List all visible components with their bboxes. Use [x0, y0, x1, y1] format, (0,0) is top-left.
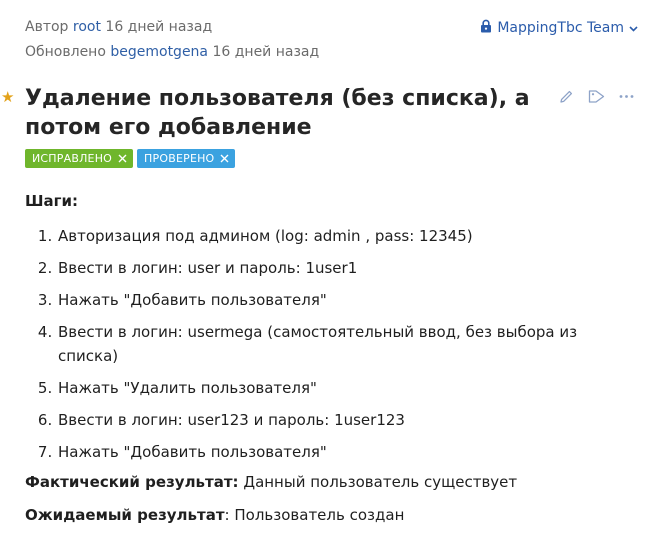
edit-icon[interactable] [559, 89, 574, 104]
updated-line: Обновлено begemotgena 16 дней назад [25, 44, 319, 60]
expected-result-value: : Пользователь создан [224, 506, 405, 524]
step-item: Авторизация под админом (log: admin , pa… [57, 224, 617, 248]
steps-heading: Шаги: [25, 192, 78, 210]
author-time: 16 дней назад [105, 19, 213, 35]
updated-label: Обновлено [25, 44, 106, 60]
expected-result-label: Ожидаемый результат [25, 506, 225, 524]
tag-label: ИСПРАВЛЕНО [32, 152, 113, 165]
close-icon[interactable] [118, 154, 127, 163]
actual-result: Фактический результат: Данный пользовате… [25, 473, 517, 491]
close-icon[interactable] [220, 154, 229, 163]
author-label: Автор [25, 19, 69, 35]
chevron-down-icon [629, 20, 638, 36]
steps-list: Авторизация под админом (log: admin , pa… [25, 224, 617, 472]
step-item: Нажать "Добавить пользователя" [57, 288, 617, 312]
team-label: MappingTbc Team [497, 20, 624, 36]
actual-result-value: Данный пользователь существует [243, 473, 518, 491]
step-item: Ввести в логин: usermega (самостоятельны… [57, 320, 617, 368]
team-dropdown[interactable]: MappingTbc Team [480, 19, 638, 37]
step-item: Нажать "Удалить пользователя" [57, 376, 617, 400]
updated-time: 16 дней назад [212, 44, 320, 60]
tag-icon[interactable] [588, 89, 605, 104]
tag-list: ИСПРАВЛЕНО ПРОВЕРЕНО [25, 149, 236, 168]
author-link[interactable]: root [73, 19, 101, 35]
issue-actions [559, 89, 634, 104]
more-icon[interactable] [619, 94, 634, 99]
tag-label: ПРОВЕРЕНО [144, 152, 215, 165]
tag-fixed[interactable]: ИСПРАВЛЕНО [25, 149, 134, 168]
lock-icon [480, 19, 492, 37]
step-item: Ввести в логин: user123 и пароль: 1user1… [57, 408, 617, 432]
expected-result: Ожидаемый результат: Пользователь создан [25, 506, 404, 524]
author-line: Автор root 16 дней назад [25, 19, 212, 35]
star-icon[interactable]: ★ [1, 88, 14, 106]
updated-by-link[interactable]: begemotgena [110, 44, 208, 60]
step-item: Ввести в логин: user и пароль: 1user1 [57, 256, 617, 280]
actual-result-label: Фактический результат: [25, 473, 239, 491]
issue-title: Удаление пользователя (без списка), а по… [25, 86, 530, 140]
tag-verified[interactable]: ПРОВЕРЕНО [137, 149, 236, 168]
step-item: Нажать "Добавить пользователя" [57, 440, 617, 464]
